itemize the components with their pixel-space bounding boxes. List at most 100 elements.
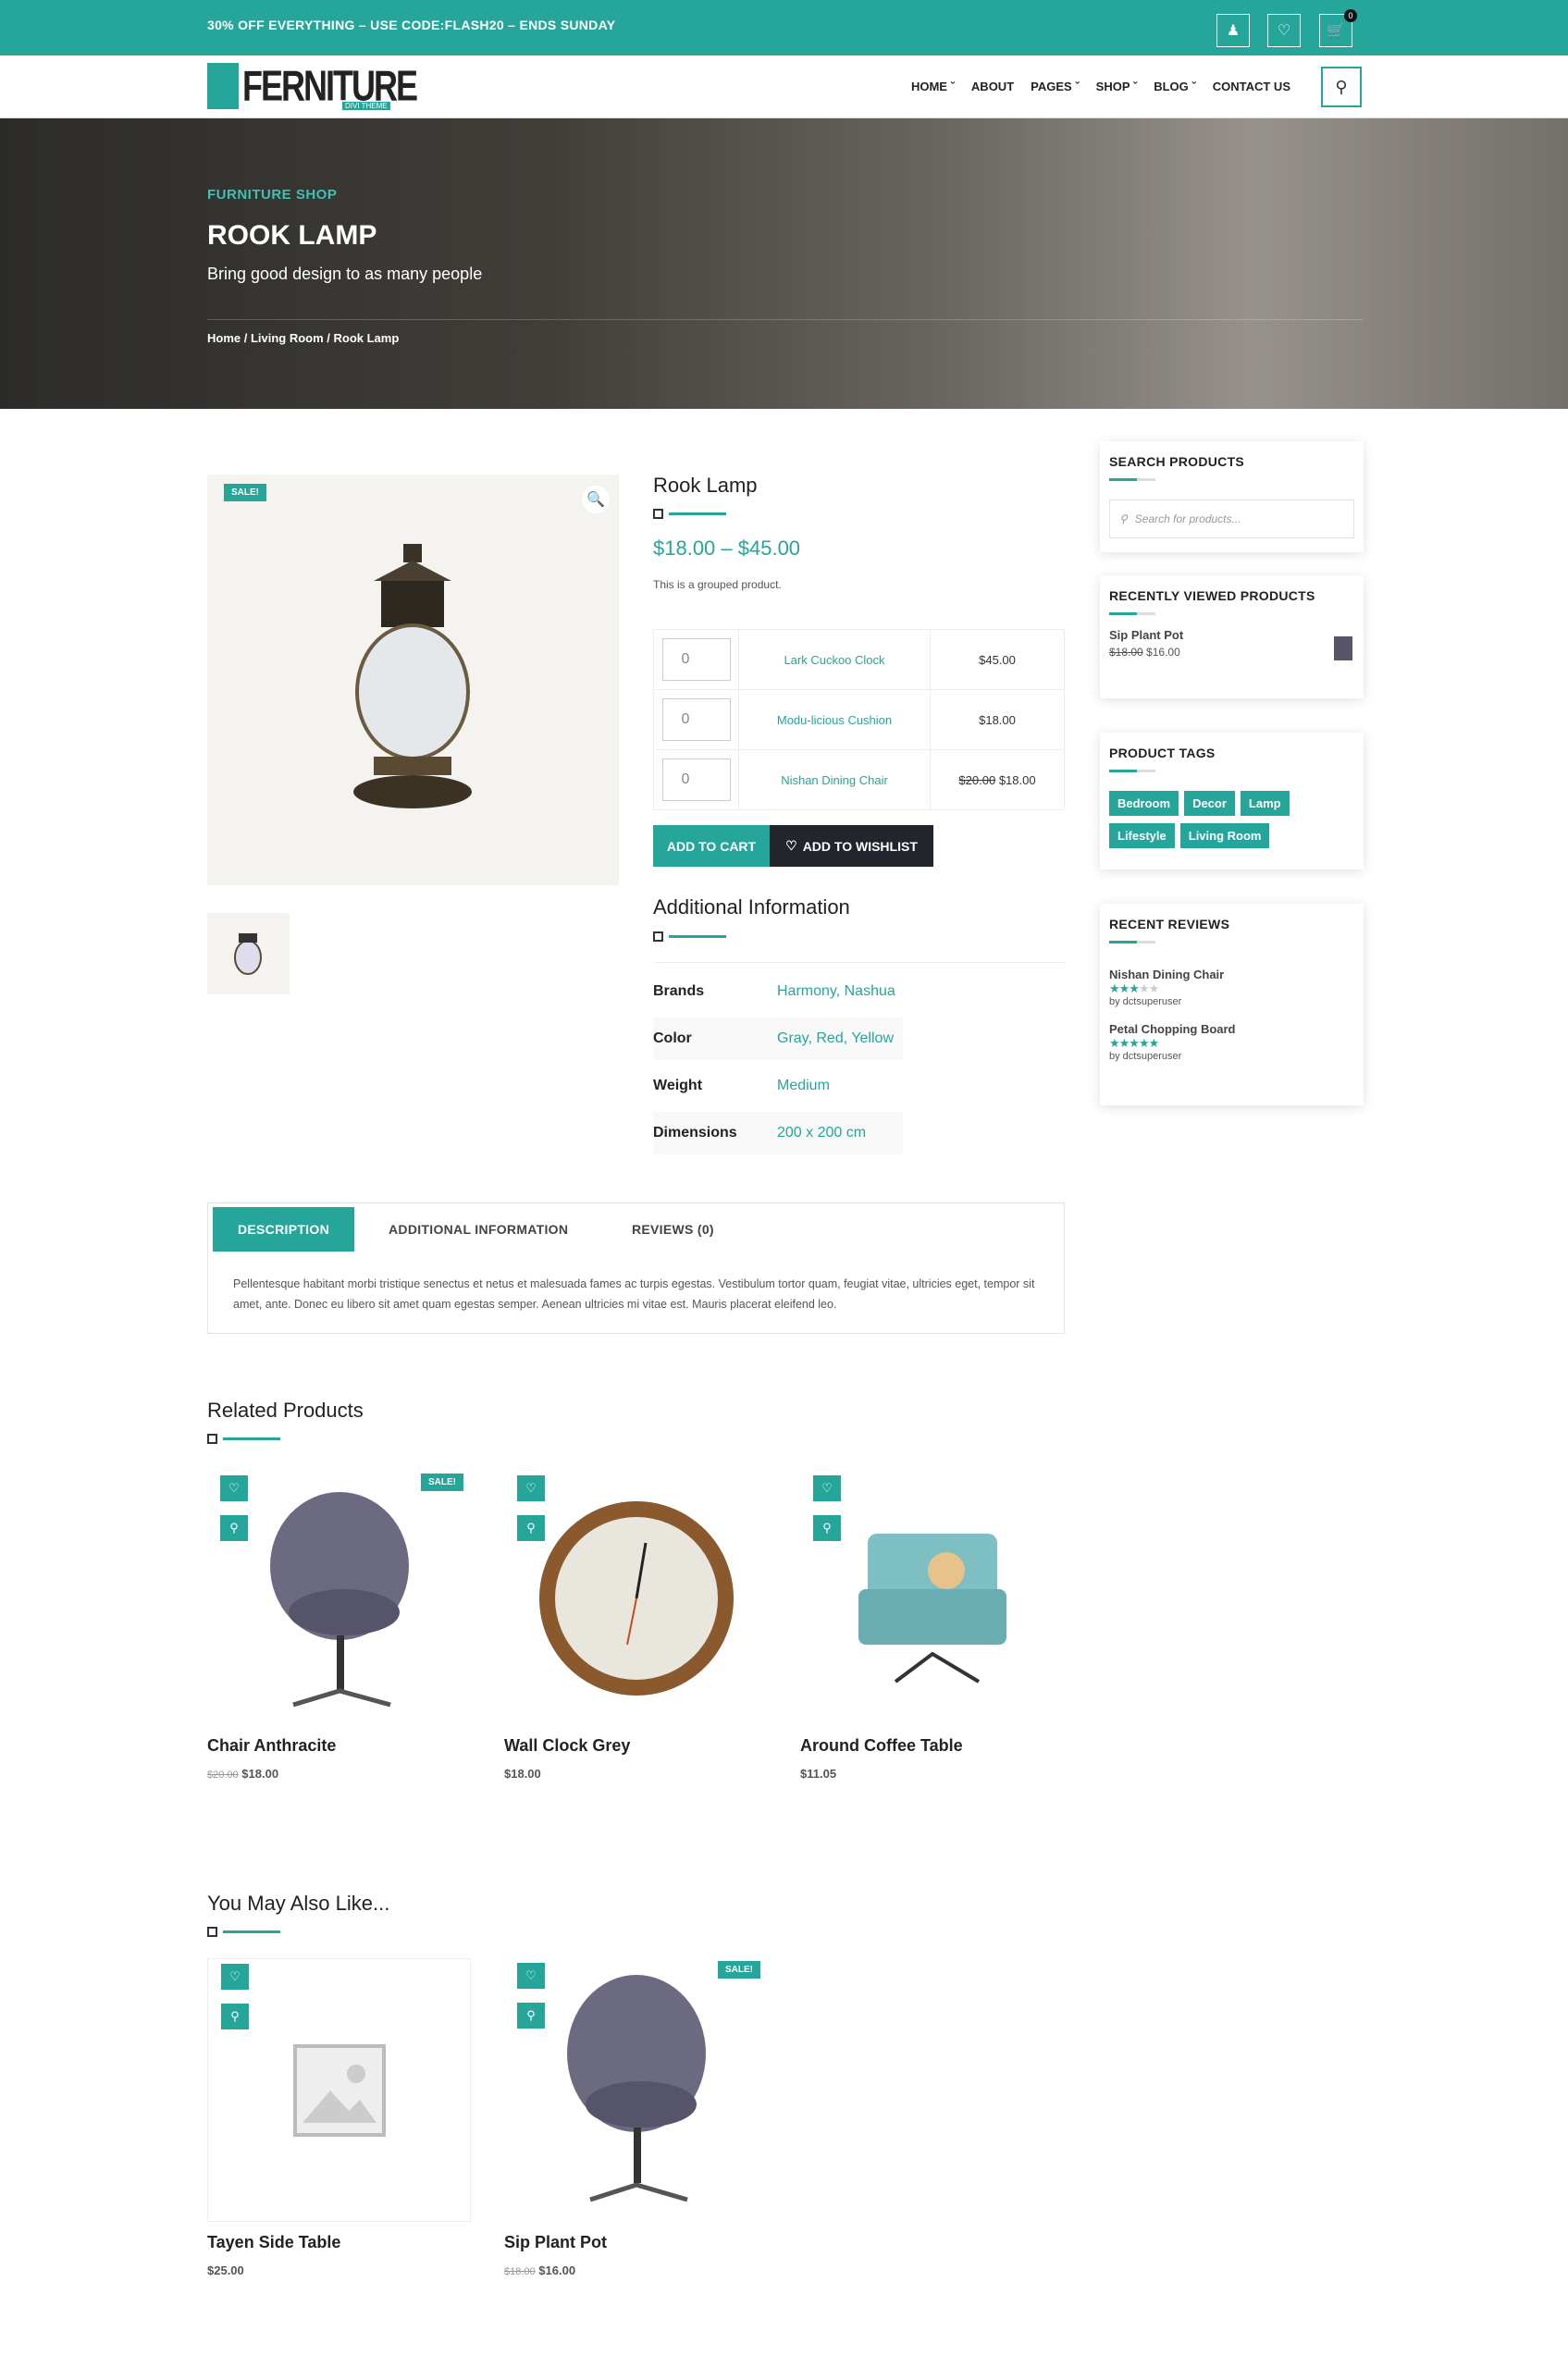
grouped-products-table: 0 Lark Cuckoo Clock $45.00 0 Modu-licious C…: [653, 629, 1065, 810]
quick-view-icon[interactable]: ⚲: [517, 1515, 545, 1541]
lantern-image: [353, 544, 472, 808]
quick-view-icon[interactable]: ⚲: [813, 1515, 841, 1541]
user-icon: ♟: [1226, 23, 1241, 39]
promo-bar: 30% OFF EVERYTHING – USE CODE:FLASH20 – …: [0, 0, 1568, 56]
heart-icon: ♡: [785, 838, 797, 853]
attr-row: Brands Harmony, Nashua: [653, 983, 895, 999]
quick-view-icon[interactable]: ⚲: [517, 2003, 545, 2029]
grouped-item-price: $20.00 $18.00: [930, 749, 1065, 810]
also-like-title: You May Also Like...: [207, 1892, 390, 1915]
review-product-link[interactable]: Nishan Dining Chair: [1109, 968, 1354, 981]
zoom-icon[interactable]: 🔍: [582, 486, 610, 513]
star-rating: ★★★★★: [1109, 981, 1159, 995]
wishlist-button[interactable]: ♡: [1267, 14, 1301, 47]
basket-icon: 🛒: [1327, 23, 1345, 39]
site-header: FERNITURE DIVI THEME HOME ˇ ABOUT PAGES …: [0, 56, 1568, 118]
product-name[interactable]: Around Coffee Table: [800, 1736, 1064, 1756]
star-rating: ★★★★★: [1109, 1036, 1159, 1050]
hero-subtitle: Bring good design to as many people: [207, 265, 483, 283]
wishlist-icon[interactable]: ♡: [221, 1964, 249, 1990]
product-tabs: DESCRIPTION ADDITIONAL INFORMATION REVIE…: [207, 1202, 1065, 1334]
chair-image: [269, 1491, 409, 1707]
nav-home[interactable]: HOME ˇ: [911, 80, 955, 93]
product-name[interactable]: Wall Clock Grey: [504, 1736, 768, 1756]
recent-product-link[interactable]: Sip Plant Pot: [1109, 628, 1354, 642]
attr-row: Dimensions 200 x 200 cm: [653, 1112, 903, 1154]
account-button[interactable]: ♟: [1216, 14, 1250, 47]
nav-pages[interactable]: PAGES ˇ: [1031, 80, 1080, 93]
product-price: $18.00: [504, 1767, 541, 1781]
add-to-wishlist-button[interactable]: ♡ ADD TO WISHLIST: [770, 825, 933, 867]
grouped-item-price: $18.00: [930, 689, 1065, 750]
tag-lifestyle[interactable]: Lifestyle: [1109, 823, 1175, 848]
quick-view-icon[interactable]: ⚲: [221, 2004, 249, 2029]
tag-lamp[interactable]: Lamp: [1240, 791, 1290, 816]
product-price: $11.05: [800, 1767, 837, 1781]
add-to-cart-button[interactable]: ADD TO CART: [653, 825, 770, 867]
product-name[interactable]: Tayen Side Table: [207, 2233, 471, 2252]
clock-image: [538, 1500, 734, 1696]
title-divider: [207, 1434, 280, 1444]
grouped-item-link[interactable]: Nishan Dining Chair: [738, 749, 931, 810]
product-short-desc: This is a grouped product.: [653, 578, 782, 591]
tag-living-room[interactable]: Living Room: [1179, 823, 1270, 848]
product-price: $25.00: [207, 2263, 244, 2277]
widget-title: PRODUCT TAGS: [1109, 746, 1216, 760]
product-tags-widget: PRODUCT TAGS Bedroom Decor Lamp Lifestyle Li…: [1100, 733, 1364, 870]
tag-decor[interactable]: Decor: [1184, 791, 1235, 816]
hero-banner: FURNITURE SHOP ROOK LAMP Bring good desi…: [0, 118, 1568, 409]
tab-description[interactable]: DESCRIPTION: [213, 1207, 354, 1252]
title-divider: [207, 1927, 280, 1937]
quantity-input[interactable]: 0: [661, 638, 731, 681]
product-name[interactable]: Chair Anthracite: [207, 1736, 471, 1756]
sale-badge: SALE!: [421, 1474, 463, 1491]
cart-button[interactable]: 🛒 0: [1319, 9, 1357, 47]
chair-image: [566, 1974, 706, 2202]
table-row: 0 Modu-licious Cushion $18.00: [653, 689, 1065, 750]
grouped-item-link[interactable]: Lark Cuckoo Clock: [738, 629, 931, 690]
quantity-input[interactable]: 0: [661, 698, 731, 741]
product-card[interactable]: ♡ ⚲ Wall Clock Grey $18.00: [504, 1471, 768, 1781]
product-thumbnail[interactable]: [207, 913, 290, 994]
nav-shop[interactable]: SHOP ˇ: [1096, 80, 1138, 93]
wishlist-icon[interactable]: ♡: [813, 1475, 841, 1501]
nav-blog[interactable]: BLOG ˇ: [1154, 80, 1196, 93]
logo[interactable]: FERNITURE DIVI THEME: [207, 63, 418, 110]
hero-title: ROOK LAMP: [207, 220, 377, 251]
product-card[interactable]: ♡ ⚲ Around Coffee Table $11.05: [800, 1471, 1064, 1781]
quantity-input[interactable]: 0: [661, 758, 731, 801]
header-search-button[interactable]: ⚲: [1321, 67, 1362, 107]
attr-row: Weight Medium: [653, 1078, 830, 1093]
product-image[interactable]: SALE! 🔍: [207, 475, 619, 885]
review-product-link[interactable]: Petal Chopping Board: [1109, 1022, 1354, 1036]
wishlist-icon[interactable]: ♡: [517, 1963, 545, 1989]
tab-reviews[interactable]: REVIEWS (0): [632, 1207, 714, 1252]
product-name[interactable]: Sip Plant Pot: [504, 2233, 768, 2252]
breadcrumb[interactable]: Home / Living Room / Rook Lamp: [207, 331, 399, 345]
recently-viewed-widget: RECENTLY VIEWED PRODUCTS Sip Plant Pot $…: [1100, 575, 1364, 698]
recent-product-thumbnail[interactable]: [1334, 636, 1352, 660]
promo-text: 30% OFF EVERYTHING – USE CODE:FLASH20 – …: [207, 18, 616, 32]
tab-additional-information[interactable]: ADDITIONAL INFORMATION: [389, 1207, 568, 1252]
quick-view-icon[interactable]: ⚲: [220, 1515, 248, 1541]
related-products-title: Related Products: [207, 1399, 364, 1422]
recent-reviews-widget: RECENT REVIEWS Nishan Dining Chair ★★★★★…: [1100, 904, 1364, 1105]
grouped-item-price: $45.00: [930, 629, 1065, 690]
product-card[interactable]: ♡ ⚲ Tayen Side Table $25.00: [207, 1958, 471, 2277]
wishlist-icon[interactable]: ♡: [517, 1475, 545, 1501]
hero-kicker: FURNITURE SHOP: [207, 187, 338, 203]
widget-title: RECENT REVIEWS: [1109, 917, 1230, 931]
tag-bedroom[interactable]: Bedroom: [1109, 791, 1179, 816]
product-card[interactable]: ♡ ⚲ SALE! Sip Plant Pot $18.00 $16.00: [504, 1958, 768, 2277]
grouped-item-link[interactable]: Modu-licious Cushion: [738, 689, 931, 750]
sofa-logo-icon: [207, 63, 239, 109]
nav-about[interactable]: ABOUT: [971, 80, 1014, 93]
product-search-input[interactable]: ⚲ Search for products...: [1109, 500, 1354, 538]
wishlist-icon[interactable]: ♡: [220, 1475, 248, 1501]
product-card[interactable]: ♡ ⚲ SALE! Chair Anthracite $20.00 $18.00: [207, 1471, 471, 1781]
widget-title: SEARCH PRODUCTS: [1109, 454, 1245, 469]
nav-contact[interactable]: CONTACT US: [1213, 80, 1290, 93]
product-price: $18.00 $16.00: [504, 2263, 576, 2277]
review-item: Petal Chopping Board ★★★★★ by dctsuperus…: [1109, 1022, 1354, 1062]
placeholder-image-icon: [292, 2043, 386, 2137]
